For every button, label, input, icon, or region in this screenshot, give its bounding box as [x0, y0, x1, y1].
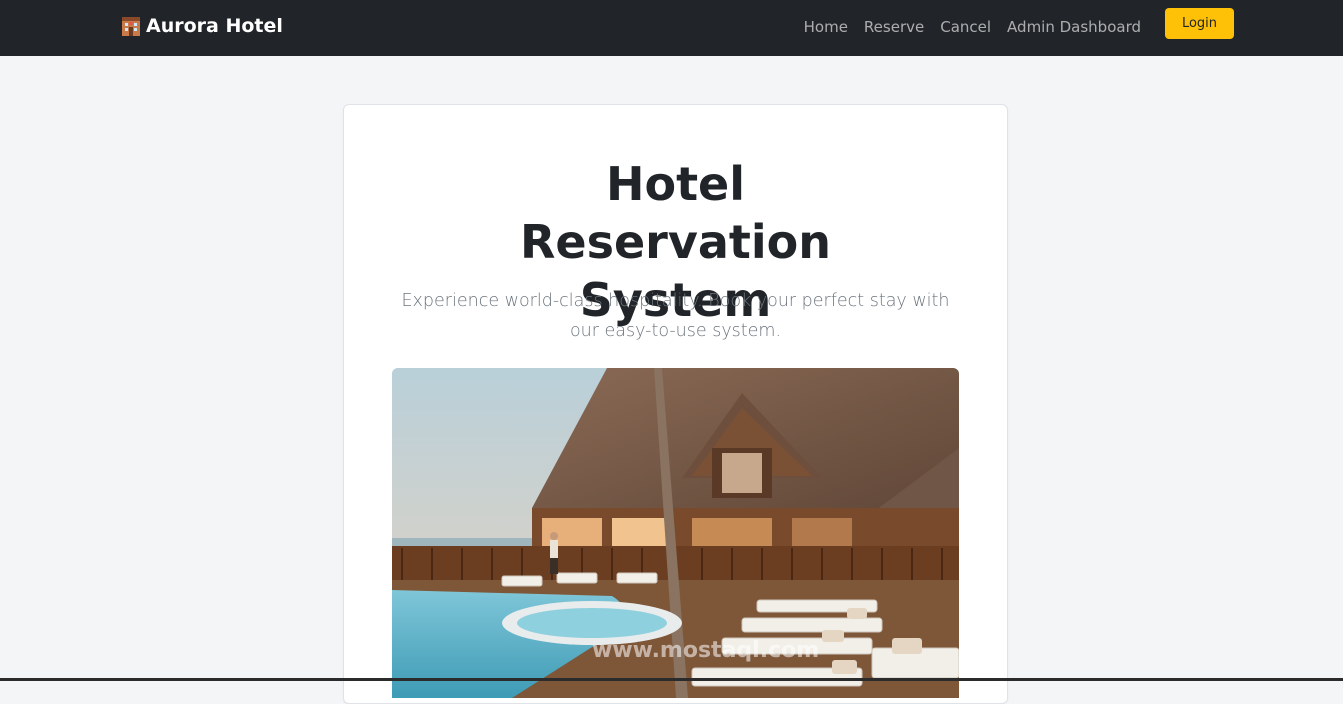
hotel-image: www.mostaql.com: [392, 368, 959, 698]
brand-link[interactable]: Aurora Hotel: [120, 15, 283, 37]
page-subtitle: Experience world-class hospitality. Book…: [401, 291, 950, 341]
top-navbar: Aurora Hotel Home Reserve Cancel Admin D…: [0, 0, 1343, 56]
nav-links: Home Reserve Cancel Admin Dashboard: [804, 18, 1141, 36]
login-button[interactable]: Login: [1165, 8, 1234, 39]
nav-link-reserve[interactable]: Reserve: [864, 18, 924, 36]
hero-card: Hotel Reservation System Experience worl…: [343, 104, 1008, 704]
nav-link-cancel[interactable]: Cancel: [940, 18, 991, 36]
hotel-icon: [120, 15, 142, 37]
image-watermark: www.mostaql.com: [592, 638, 820, 663]
nav-link-admin-dashboard[interactable]: Admin Dashboard: [1007, 18, 1141, 36]
brand-name: Aurora Hotel: [146, 15, 283, 37]
nav-link-home[interactable]: Home: [804, 18, 848, 36]
